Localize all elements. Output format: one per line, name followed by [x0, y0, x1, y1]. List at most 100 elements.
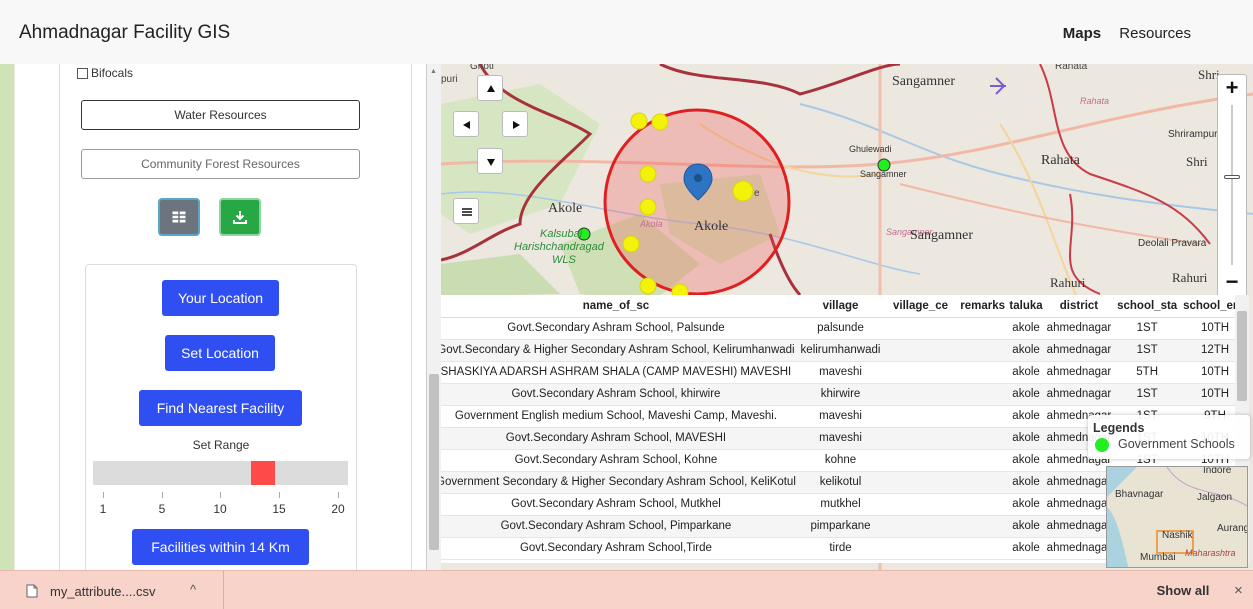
column-header[interactable]: district [1044, 295, 1114, 318]
table-cell [883, 537, 958, 560]
legend-label: Government Schools [1118, 437, 1235, 451]
table-cell [957, 383, 1008, 406]
range-slider-track[interactable] [93, 461, 348, 485]
table-cell [883, 383, 958, 406]
find-nearest-facility-button[interactable]: Find Nearest Facility [139, 390, 302, 426]
range-tick [279, 492, 280, 498]
checkbox[interactable] [77, 68, 88, 79]
facility-point [639, 277, 657, 295]
navbar: Ahmadnagar Facility GIS Maps Resources [0, 0, 1253, 64]
overview-minimap[interactable]: Indore Bhavnagar Jalgaon Aurang Nashik M… [1106, 466, 1248, 568]
scroll-up-icon[interactable]: ▲ [430, 68, 437, 75]
svg-text:Mumbai: Mumbai [1140, 552, 1176, 563]
svg-text:Deolali Pravara: Deolali Pravara [1138, 238, 1207, 249]
zoom-control: + − [1217, 74, 1247, 298]
range-tick-label: 15 [272, 502, 286, 516]
svg-text:e: e [754, 188, 760, 199]
table-cell: akole [1007, 317, 1045, 340]
svg-text:Bhavnagar: Bhavnagar [1115, 489, 1164, 500]
facility-point [639, 198, 657, 216]
panel-scrollbar[interactable]: ▲ [427, 64, 441, 570]
file-icon [26, 584, 38, 598]
arrow-up-icon [487, 85, 495, 92]
table-cell: kelirumhanwadi [797, 339, 884, 362]
column-header[interactable]: taluka [1007, 295, 1045, 318]
range-tick [220, 492, 221, 498]
show-all-button[interactable]: Show all [1144, 577, 1222, 605]
nav-resources[interactable]: Resources [1119, 25, 1191, 42]
zoom-in-button[interactable]: + [1218, 75, 1246, 103]
svg-text:Rahata: Rahata [1041, 153, 1081, 168]
column-header[interactable]: village_ce [883, 295, 958, 318]
table-scroll-thumb[interactable] [1237, 311, 1247, 401]
download-bar: my_attribute....csv ^ Show all × [0, 570, 1253, 609]
table-cell: akole [1007, 427, 1045, 450]
table-cell: ahmednagar [1044, 317, 1114, 340]
table-cell: tirde [797, 537, 884, 560]
download-icon [233, 211, 247, 224]
layer-switcher-button[interactable] [453, 198, 479, 224]
water-resources-button[interactable]: Water Resources [81, 100, 360, 130]
nav-maps[interactable]: Maps [1063, 25, 1101, 42]
range-tick-label: 20 [331, 502, 345, 516]
table-row[interactable]: Govt.Secondary & Higher Secondary Ashram… [441, 339, 1249, 362]
zoom-slider-handle[interactable] [1224, 175, 1240, 179]
column-header[interactable]: village [797, 295, 884, 318]
table-view-button[interactable] [158, 198, 200, 236]
legend: Legends Government Schools [1088, 415, 1250, 459]
zoom-slider[interactable] [1231, 105, 1233, 265]
table-cell: Govt.Secondary Ashram School, Pimparkane [441, 515, 798, 538]
download-item[interactable]: my_attribute....csv ^ [0, 571, 224, 609]
download-csv-button[interactable] [219, 198, 261, 236]
column-header[interactable]: remarks [957, 295, 1008, 318]
arrow-left-icon [463, 121, 470, 129]
table-cell: kelikotul [797, 471, 884, 494]
panel-scroll-thumb[interactable] [429, 374, 439, 550]
table-row[interactable]: Govt.Secondary Ashram School, Palsunde pa… [441, 317, 1249, 340]
pan-right-button[interactable] [502, 111, 528, 137]
chevron-up-icon[interactable]: ^ [190, 582, 196, 597]
table-cell: ahmednagar [1044, 537, 1114, 560]
table-row[interactable]: SHASKIYA ADARSH ASHRAM SHALA (CAMP MAVES… [441, 361, 1249, 384]
community-forest-resources-button[interactable]: Community Forest Resources [81, 149, 360, 179]
range-slider-handle[interactable] [251, 461, 275, 485]
brand-title[interactable]: Ahmadnagar Facility GIS [19, 22, 230, 44]
close-icon[interactable]: × [1234, 582, 1243, 599]
table-cell: SHASKIYA ADARSH ASHRAM SHALA (CAMP MAVES… [441, 361, 798, 384]
table-cell: 1ST [1113, 317, 1182, 340]
svg-text:Aurang: Aurang [1217, 523, 1248, 534]
table-cell [883, 493, 958, 516]
table-cell: mutkhel [797, 493, 884, 516]
table-cell: akole [1007, 339, 1045, 362]
bifocals-checkbox-row[interactable]: Bifocals [77, 66, 133, 80]
table-cell: akole [1007, 471, 1045, 494]
table-cell: Govt.Secondary Ashram School, khirwire [441, 383, 798, 406]
set-location-button[interactable]: Set Location [165, 335, 275, 371]
svg-text:Sangamner: Sangamner [910, 228, 973, 243]
pan-down-button[interactable] [477, 148, 503, 174]
table-cell: Govt.Secondary Ashram School,Tirde [441, 537, 798, 560]
download-file-name[interactable]: my_attribute....csv [50, 584, 155, 599]
table-cell: akole [1007, 449, 1045, 472]
minimap-tiles: Indore Bhavnagar Jalgaon Aurang Nashik M… [1107, 467, 1248, 567]
table-cell [957, 471, 1008, 494]
pan-left-button[interactable] [453, 111, 479, 137]
column-header[interactable]: name_of_sc [441, 295, 798, 318]
svg-text:Akole: Akole [548, 201, 582, 216]
table-cell: Govt.Secondary Ashram School, MAVESHI [441, 427, 798, 450]
svg-text:Nashik: Nashik [1162, 530, 1194, 541]
table-cell [883, 427, 958, 450]
zoom-out-button[interactable]: − [1218, 269, 1246, 297]
table-cell: kohne [797, 449, 884, 472]
column-header[interactable]: school_sta [1113, 295, 1182, 318]
svg-text:Akola: Akola [639, 219, 663, 229]
svg-text:Rahata: Rahata [1080, 96, 1109, 106]
your-location-button[interactable]: Your Location [162, 280, 279, 316]
table-cell: maveshi [797, 361, 884, 384]
svg-text:Shri: Shri [1186, 154, 1208, 169]
table-row[interactable]: Govt.Secondary Ashram School, khirwire kh… [441, 383, 1249, 406]
pan-up-button[interactable] [477, 75, 503, 101]
facility-point [639, 165, 657, 183]
facilities-within-button[interactable]: Facilities within 14 Km [132, 529, 309, 565]
table-cell: ahmednagar [1044, 383, 1114, 406]
